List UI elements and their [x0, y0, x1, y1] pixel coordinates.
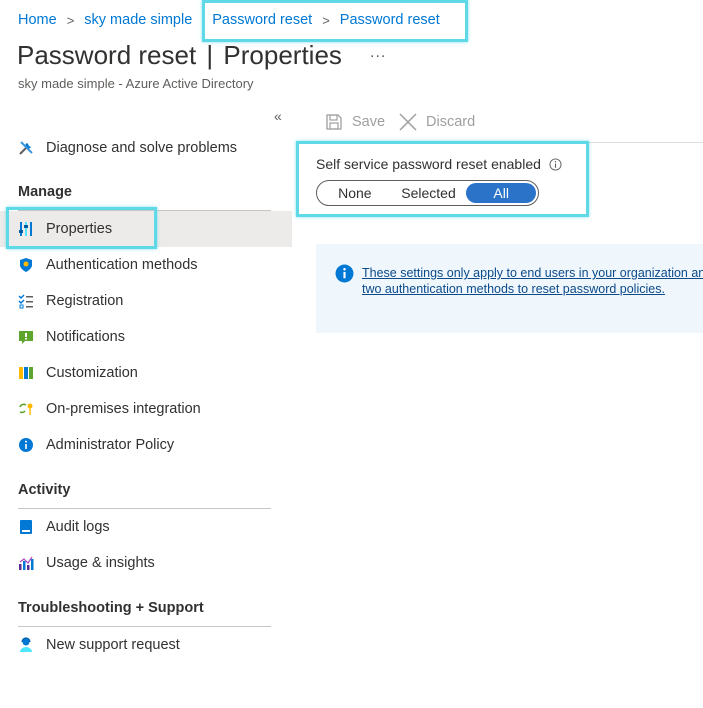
sidebar-item-new-support-request[interactable]: New support request — [0, 627, 292, 663]
sidebar-item-usage-insights[interactable]: Usage & insights — [0, 545, 292, 581]
section-title-activity: Activity — [18, 482, 71, 498]
breadcrumb-password-reset-2[interactable]: Password reset — [340, 12, 440, 28]
sidebar-item-audit-logs[interactable]: Audit logs — [0, 509, 292, 545]
info-icon[interactable] — [549, 157, 562, 171]
breadcrumb-password-reset-1[interactable]: Password reset — [212, 12, 312, 28]
section-title-manage: Manage — [18, 184, 72, 200]
sidebar-item-on-premises-integration[interactable]: On-premises integration — [0, 391, 292, 427]
customization-icon — [18, 365, 34, 381]
sidebar-item-label: Notifications — [46, 329, 125, 345]
breadcrumb-home[interactable]: Home — [18, 12, 57, 28]
support-person-icon — [18, 637, 34, 653]
save-icon — [326, 114, 342, 130]
discard-label: Discard — [426, 114, 476, 130]
sidebar-item-diagnose[interactable]: Diagnose and solve problems — [0, 130, 292, 166]
sidebar-item-properties[interactable]: Properties — [0, 211, 292, 247]
sidebar-item-customization[interactable]: Customization — [0, 355, 292, 391]
sync-key-icon — [18, 401, 34, 417]
discard-button[interactable]: Discard — [398, 111, 475, 133]
breadcrumb: Home > sky made simple Password reset > … — [18, 10, 440, 30]
save-label: Save — [352, 114, 386, 130]
save-button[interactable]: Save — [324, 111, 385, 133]
wrench-screwdriver-icon — [18, 140, 34, 156]
info-icon — [18, 437, 34, 453]
chart-icon — [18, 555, 34, 571]
sidebar-item-label: On-premises integration — [46, 401, 201, 417]
page-title-section: Properties — [223, 40, 342, 70]
sspr-label: Self service password reset enabled — [316, 156, 562, 172]
sidebar-item-label: Usage & insights — [46, 555, 155, 571]
sidebar-item-label: Registration — [46, 293, 124, 309]
more-options-button[interactable]: ... — [370, 44, 386, 62]
info-icon — [335, 264, 354, 283]
chevron-right-icon: > — [322, 12, 330, 28]
properties-icon — [18, 221, 34, 237]
page-title: Password reset | Properties — [17, 40, 342, 71]
sidebar-item-label: Diagnose and solve problems — [46, 140, 238, 156]
sidebar-item-label: New support request — [46, 637, 180, 653]
option-none[interactable]: None — [319, 183, 391, 203]
list-checks-icon — [18, 293, 34, 309]
section-title-troubleshooting: Troubleshooting + Support — [18, 600, 204, 616]
sidebar-item-label: Customization — [46, 365, 138, 381]
sidebar-item-label: Authentication methods — [46, 257, 198, 273]
sspr-toggle: None Selected All — [316, 180, 539, 206]
sidebar-item-authentication-methods[interactable]: Authentication methods — [0, 247, 292, 283]
sidebar-item-administrator-policy[interactable]: Administrator Policy — [0, 427, 292, 463]
sidebar-item-registration[interactable]: Registration — [0, 283, 292, 319]
shield-icon — [18, 257, 34, 273]
page-title-separator: | — [206, 40, 214, 70]
notification-icon — [18, 329, 34, 345]
info-message: These settings only apply to end users i… — [316, 244, 703, 333]
sidebar-item-label: Properties — [46, 221, 113, 237]
sidebar-item-label: Administrator Policy — [46, 437, 175, 453]
sspr-label-text: Self service password reset enabled — [316, 156, 541, 172]
option-selected[interactable]: Selected — [391, 183, 467, 203]
page-subtitle: sky made simple - Azure Active Directory — [18, 76, 254, 91]
breadcrumb-tenant[interactable]: sky made simple — [84, 12, 192, 28]
collapse-sidebar-button[interactable]: « — [274, 108, 282, 124]
close-icon — [399, 113, 417, 131]
toolbar-divider — [316, 142, 703, 143]
page-title-main: Password reset — [17, 40, 197, 70]
audit-log-icon — [18, 519, 34, 535]
sidebar-item-notifications[interactable]: Notifications — [0, 319, 292, 355]
sidebar-item-label: Audit logs — [46, 519, 110, 535]
chevron-right-icon: > — [66, 12, 75, 28]
option-all[interactable]: All — [466, 183, 536, 203]
info-message-link[interactable]: These settings only apply to end users i… — [362, 265, 703, 297]
